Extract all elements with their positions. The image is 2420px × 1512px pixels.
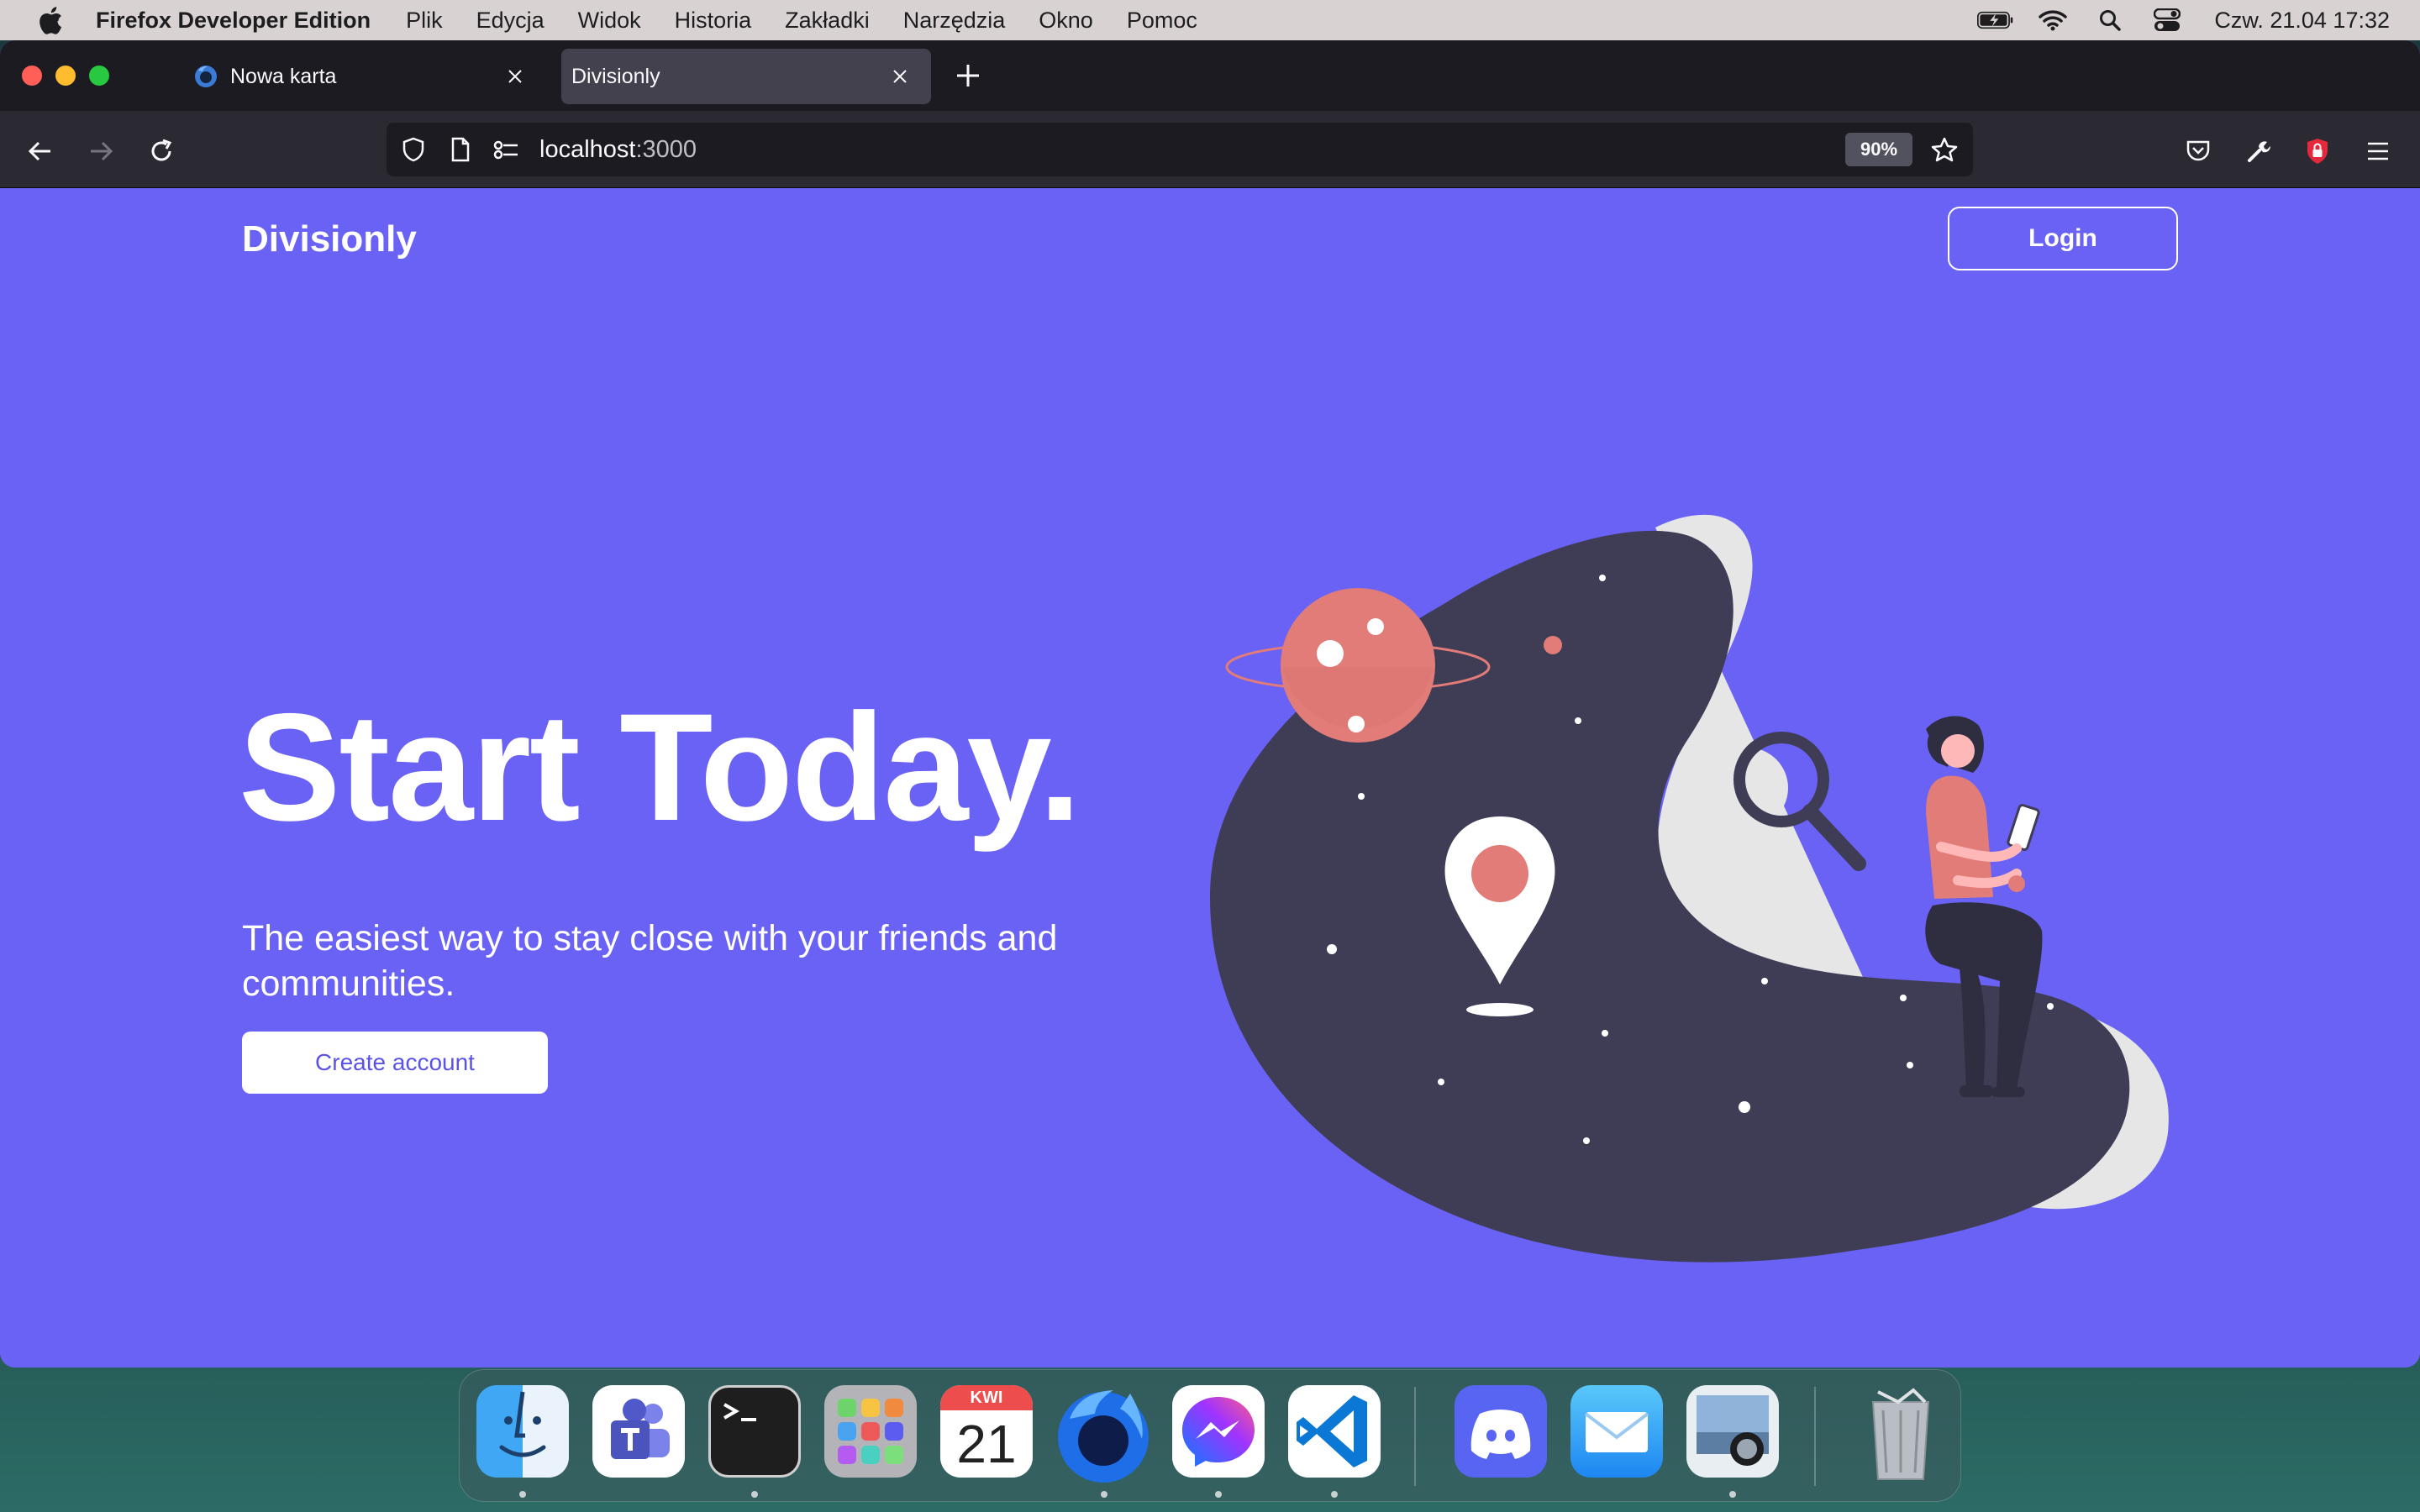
discord-icon[interactable] (1455, 1385, 1547, 1478)
zoom-level-badge[interactable]: 90% (1845, 133, 1912, 166)
bookmark-star-icon[interactable] (1931, 136, 1958, 163)
site-brand-logo[interactable]: Divisionly (242, 218, 417, 260)
web-page: Divisionly Login Start Today. The easies… (0, 188, 2420, 1368)
url-port: :3000 (635, 136, 697, 163)
running-indicator (519, 1491, 526, 1498)
zoom-window-button[interactable] (89, 66, 109, 86)
devtools-wrench-icon[interactable] (2244, 136, 2274, 166)
tab-title: Nowa karta (230, 64, 337, 88)
create-account-button[interactable]: Create account (242, 1032, 548, 1094)
calendar-day: 21 (956, 1414, 1017, 1474)
window-controls (22, 66, 123, 86)
dock-separator (1414, 1387, 1416, 1486)
hamburger-menu-icon[interactable] (2363, 136, 2393, 166)
menu-widok[interactable]: Widok (578, 8, 641, 34)
page-info-icon[interactable] (447, 136, 474, 163)
login-button[interactable]: Login (1948, 207, 2178, 270)
running-indicator (751, 1491, 758, 1498)
navigation-toolbar: localhost:3000 90% (0, 111, 2420, 188)
running-indicator (1331, 1491, 1338, 1498)
hero-illustration (1210, 514, 2169, 1263)
close-tab-icon[interactable] (887, 64, 913, 89)
menu-okno[interactable]: Okno (1039, 8, 1093, 34)
tab-divisionly[interactable]: Divisionly (561, 49, 931, 104)
menu-edycja[interactable]: Edycja (476, 8, 544, 34)
apple-icon[interactable] (34, 3, 67, 37)
minimize-window-button[interactable] (55, 66, 76, 86)
menubar-clock[interactable]: Czw. 21.04 17:32 (2214, 8, 2390, 34)
address-bar[interactable]: localhost:3000 90% (387, 123, 1973, 176)
forward-arrow-icon[interactable] (86, 136, 116, 166)
small-planet (1544, 636, 1562, 654)
tab-bar: Nowa karta Divisionly (0, 40, 2420, 111)
preview-icon[interactable] (1686, 1385, 1779, 1478)
close-window-button[interactable] (22, 66, 42, 86)
close-tab-icon[interactable] (502, 64, 528, 89)
tab-nowa-karta[interactable]: Nowa karta (193, 49, 546, 104)
menu-zakladki[interactable]: Zakładki (785, 8, 870, 34)
running-indicator (1729, 1491, 1736, 1498)
macos-menubar: Firefox Developer Edition Plik Edycja Wi… (0, 0, 2420, 40)
launchpad-icon[interactable] (824, 1385, 917, 1478)
wifi-icon[interactable] (2034, 7, 2071, 34)
control-center-icon[interactable] (2149, 7, 2186, 34)
hero-subtitle: The easiest way to stay close with your … (242, 918, 1058, 1004)
new-tab-plus-icon[interactable] (955, 62, 981, 89)
terminal-icon[interactable] (708, 1385, 801, 1478)
menu-pomoc[interactable]: Pomoc (1127, 8, 1197, 34)
browser-window: Nowa karta Divisionly localhost:3000 90%… (0, 40, 2420, 1368)
vscode-icon[interactable] (1288, 1385, 1381, 1478)
spotlight-search-icon[interactable] (2091, 7, 2128, 34)
tracking-shield-icon[interactable] (400, 136, 427, 163)
menu-historia[interactable]: Historia (675, 8, 752, 34)
firefox-dev-favicon-icon (193, 64, 218, 89)
reload-icon[interactable] (146, 136, 176, 166)
extension-lock-icon[interactable] (2302, 136, 2333, 166)
url-text[interactable]: localhost:3000 (539, 136, 697, 164)
url-host: localhost (539, 136, 636, 163)
menu-narzedzia[interactable]: Narzędzia (903, 8, 1006, 34)
running-indicator (1101, 1491, 1107, 1498)
running-indicator (1215, 1491, 1222, 1498)
calendar-icon[interactable]: KWI 21 (940, 1385, 1033, 1478)
menu-app-name[interactable]: Firefox Developer Edition (96, 8, 371, 34)
calendar-month: KWI (940, 1385, 1033, 1410)
teams-icon[interactable] (592, 1385, 685, 1478)
firefox-dev-icon[interactable] (1055, 1385, 1149, 1483)
menu-plik[interactable]: Plik (406, 8, 443, 34)
messenger-icon[interactable] (1172, 1385, 1265, 1478)
pocket-icon[interactable] (2183, 136, 2213, 166)
tab-title: Divisionly (571, 64, 660, 88)
macos-dock: KWI 21 (459, 1369, 1961, 1502)
trash-icon[interactable] (1854, 1385, 1947, 1480)
battery-charging-icon[interactable] (1977, 7, 2014, 34)
dock-separator (1814, 1387, 1816, 1486)
mail-icon[interactable] (1570, 1385, 1663, 1478)
permissions-icon[interactable] (492, 136, 519, 163)
back-arrow-icon[interactable] (25, 136, 55, 166)
hero-title: Start Today. (239, 681, 1081, 853)
finder-icon[interactable] (476, 1385, 569, 1478)
